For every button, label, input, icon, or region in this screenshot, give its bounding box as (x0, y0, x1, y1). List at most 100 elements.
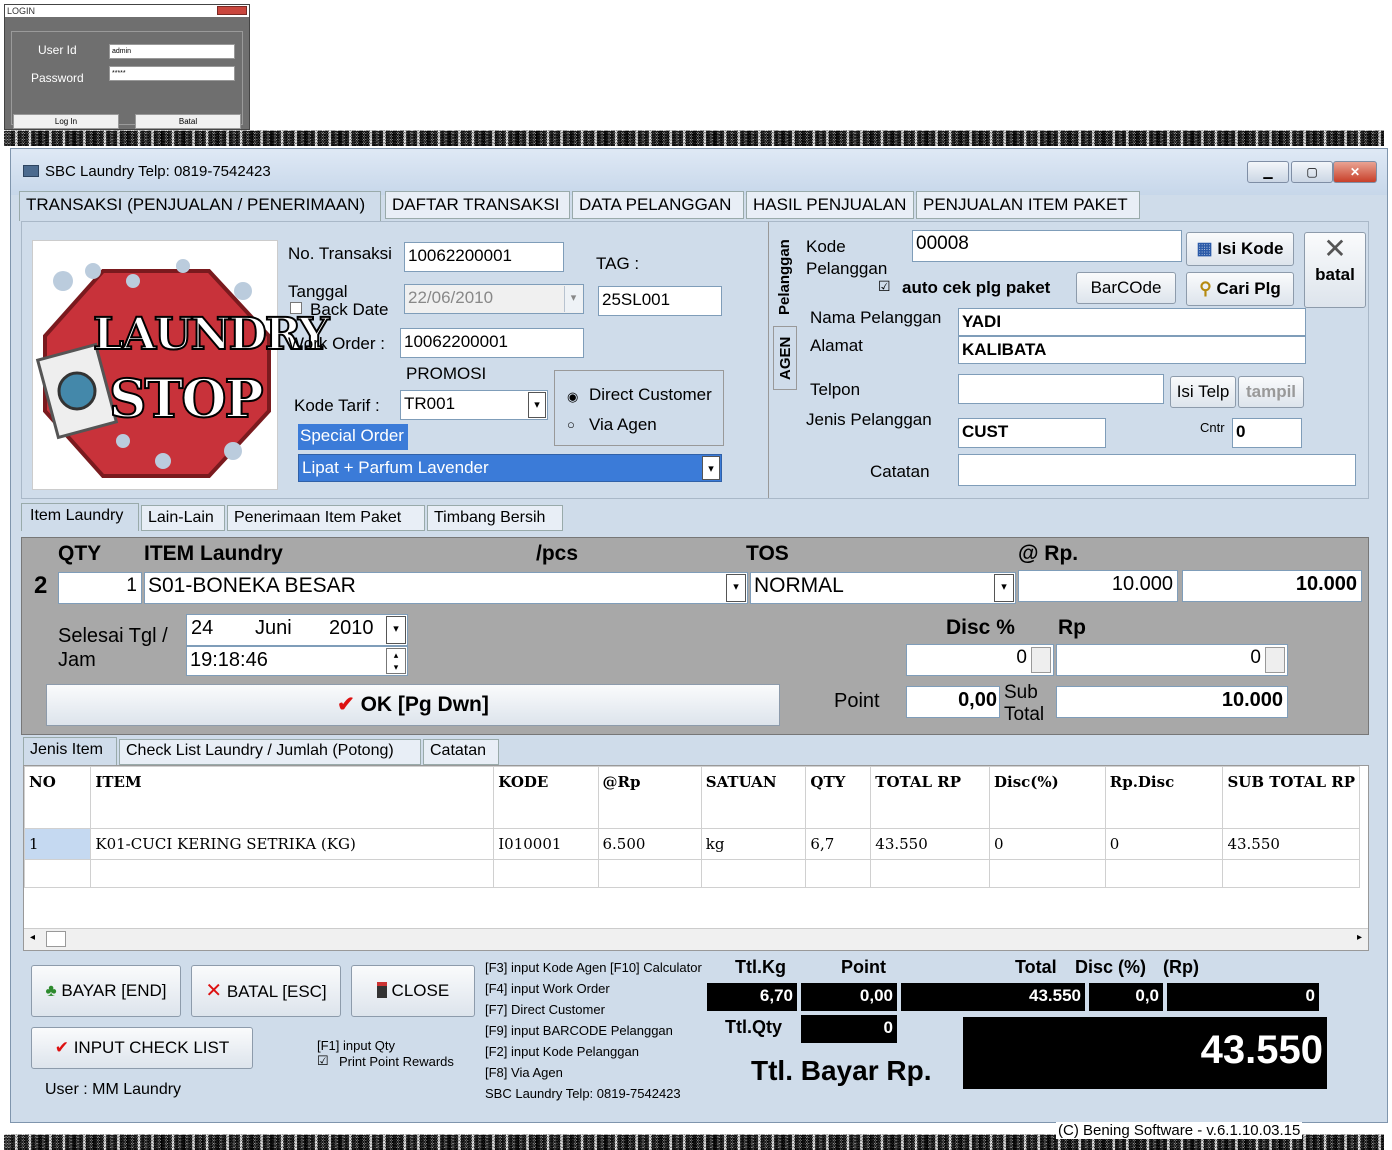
close-window-button[interactable]: ✕ (1333, 161, 1377, 183)
cntr-field[interactable]: 0 (1232, 418, 1302, 448)
table-row-empty[interactable] (23, 859, 1360, 888)
no-transaksi-field[interactable]: 10062200001 (404, 242, 564, 272)
radio-empty-icon[interactable]: ○ (567, 417, 575, 432)
col-qty[interactable]: QTY (805, 766, 872, 829)
work-order-field[interactable]: 10062200001 (400, 328, 584, 358)
checkbox-checked-icon[interactable]: ☑ (878, 278, 891, 295)
via-agen-label[interactable]: Via Agen (589, 415, 657, 435)
cell-item[interactable]: K01-CUCI KERING SETRIKA (KG) (90, 828, 495, 860)
col-sub-total-rp[interactable]: SUB TOTAL RP (1222, 766, 1360, 829)
back-date-checkbox[interactable] (290, 302, 302, 314)
cell-qty[interactable]: 6,7 (805, 828, 872, 860)
col-satuan[interactable]: SATUAN (700, 766, 807, 829)
cell-satuan[interactable]: kg (700, 828, 807, 860)
cell-no[interactable]: 1 (23, 828, 92, 860)
isi-telp-button[interactable]: Isi Telp (1170, 376, 1236, 408)
tab-hasil-penjualan[interactable]: HASIL PENJUALAN (746, 191, 914, 219)
chevron-down-icon[interactable]: ▾ (528, 392, 546, 418)
disc-pct-display: 0,0 (1089, 983, 1163, 1011)
cell-sub-total[interactable]: 43.550 (1222, 828, 1360, 860)
kode-pelanggan-field[interactable]: 00008 (912, 230, 1182, 262)
kode-tarif-select[interactable]: TR001 ▾ (400, 390, 548, 420)
tab-check-list[interactable]: Check List Laundry / Jumlah (Potong) (119, 739, 421, 765)
disc-rp-field[interactable]: 0 (1056, 644, 1288, 676)
tanggal-field[interactable]: 22/06/2010 ▾ (404, 284, 584, 314)
tag-field[interactable]: 25SL001 (598, 286, 722, 316)
price-field[interactable]: 10.000 (1018, 570, 1178, 602)
chevron-down-icon[interactable]: ▾ (726, 574, 746, 602)
tab-item-laundry[interactable]: Item Laundry (21, 503, 139, 531)
date-day: 24 (191, 617, 214, 639)
selesai-date-picker[interactable]: 24 Juni 2010 ▾ (186, 614, 408, 646)
ok-label: OK [Pg Dwn] (360, 693, 489, 716)
cell-total-rp[interactable]: 43.550 (870, 828, 990, 860)
cell-kode[interactable]: I010001 (493, 828, 599, 860)
cell-disc-pct[interactable]: 0 (989, 828, 1106, 860)
login-button[interactable]: Log In (13, 114, 119, 129)
table-row[interactable]: 1 K01-CUCI KERING SETRIKA (KG) I010001 6… (23, 828, 1360, 860)
scroll-right-icon[interactable]: ▸ (1357, 932, 1362, 943)
side-tab-pelanggan[interactable]: Pelanggan (773, 234, 797, 320)
jenis-pelanggan-field[interactable]: CUST (958, 418, 1106, 448)
tab-penerimaan-item-paket[interactable]: Penerimaan Item Paket (227, 505, 425, 531)
isi-kode-button[interactable]: ▦ Isi Kode (1186, 232, 1294, 266)
col-kode[interactable]: KODE (493, 766, 599, 829)
auto-cek-label[interactable]: auto cek plg paket (902, 278, 1050, 298)
minimize-button[interactable]: ▁ (1247, 161, 1289, 183)
tos-select[interactable]: NORMAL ▾ (750, 572, 1016, 604)
spin-updown-icon[interactable]: ▴ ▾ (386, 648, 406, 674)
cari-plg-button[interactable]: ⚲ Cari Plg (1186, 272, 1294, 306)
login-cancel-button[interactable]: Batal (135, 114, 241, 129)
col-rp-disc[interactable]: Rp.Disc (1104, 766, 1224, 829)
batal-esc-button[interactable]: ✕ BATAL [ESC] (191, 965, 341, 1017)
batal-button[interactable]: ✕ batal (1304, 232, 1366, 308)
col-total-rp[interactable]: TOTAL RP (870, 766, 990, 829)
input-check-list-button[interactable]: ✔ INPUT CHECK LIST (31, 1027, 253, 1069)
chevron-down-icon[interactable]: ▾ (386, 616, 406, 644)
col-no[interactable]: NO (23, 766, 92, 829)
item-select[interactable]: S01-BONEKA BESAR ▾ (144, 572, 748, 604)
tampil-button[interactable]: tampil (1238, 376, 1304, 408)
qty-field[interactable]: 1 (58, 572, 142, 604)
tab-lain-lain[interactable]: Lain-Lain (141, 505, 225, 531)
password-input[interactable]: ***** (109, 66, 235, 81)
catatan-field[interactable] (958, 454, 1356, 486)
disc-pct-field[interactable]: 0 (906, 644, 1054, 676)
close-button[interactable]: CLOSE (351, 965, 475, 1017)
tab-timbang-bersih[interactable]: Timbang Bersih (427, 505, 563, 531)
col-disc-pct[interactable]: Disc(%) (989, 766, 1106, 829)
chevron-down-icon[interactable]: ▾ (564, 286, 582, 312)
tab-daftar-transaksi[interactable]: DAFTAR TRANSAKSI (385, 191, 570, 219)
bayar-button[interactable]: ♣ BAYAR [END] (31, 965, 181, 1017)
col-rp[interactable]: @Rp (597, 766, 702, 829)
barcode-button[interactable]: BarCOde (1076, 272, 1176, 304)
maximize-button[interactable]: ▢ (1291, 161, 1333, 183)
scroll-thumb[interactable] (46, 931, 66, 947)
tab-penjualan-item-paket[interactable]: PENJUALAN ITEM PAKET (916, 191, 1140, 219)
disc-rp-button[interactable] (1265, 647, 1285, 673)
cell-rp[interactable]: 6.500 (597, 828, 702, 860)
ok-button[interactable]: ✔ OK [Pg Dwn] (46, 684, 780, 726)
cell-rp-disc[interactable]: 0 (1104, 828, 1224, 860)
tab-jenis-item[interactable]: Jenis Item (23, 737, 117, 765)
tab-transaksi[interactable]: TRANSAKSI (PENJUALAN / PENERIMAAN) (19, 191, 381, 221)
chevron-down-icon[interactable]: ▾ (994, 574, 1014, 602)
side-tab-agen[interactable]: AGEN (773, 326, 797, 390)
special-order-select[interactable]: Lipat + Parfum Lavender ▾ (298, 454, 722, 482)
direct-customer-label[interactable]: Direct Customer (589, 385, 712, 405)
tab-data-pelanggan[interactable]: DATA PELANGGAN (572, 191, 744, 219)
chevron-down-icon[interactable]: ▾ (702, 456, 720, 480)
disc-pct-button[interactable] (1031, 647, 1051, 673)
col-item[interactable]: ITEM (90, 766, 495, 829)
checkbox-checked-icon[interactable]: ☑ (317, 1053, 329, 1069)
userid-input[interactable]: admin (109, 44, 235, 59)
tab-catatan[interactable]: Catatan (423, 739, 499, 765)
radio-selected-icon[interactable]: ◉ (567, 389, 578, 405)
horizontal-scrollbar[interactable]: ◂ ▸ (24, 928, 1368, 950)
nama-pelanggan-field[interactable]: YADI (958, 308, 1306, 336)
login-close-button[interactable] (217, 6, 247, 15)
telpon-field[interactable] (958, 374, 1164, 404)
scroll-left-icon[interactable]: ◂ (30, 932, 35, 943)
selesai-time-field[interactable]: 19:18:46 ▴ ▾ (186, 646, 408, 676)
alamat-field[interactable]: KALIBATA (958, 336, 1306, 364)
